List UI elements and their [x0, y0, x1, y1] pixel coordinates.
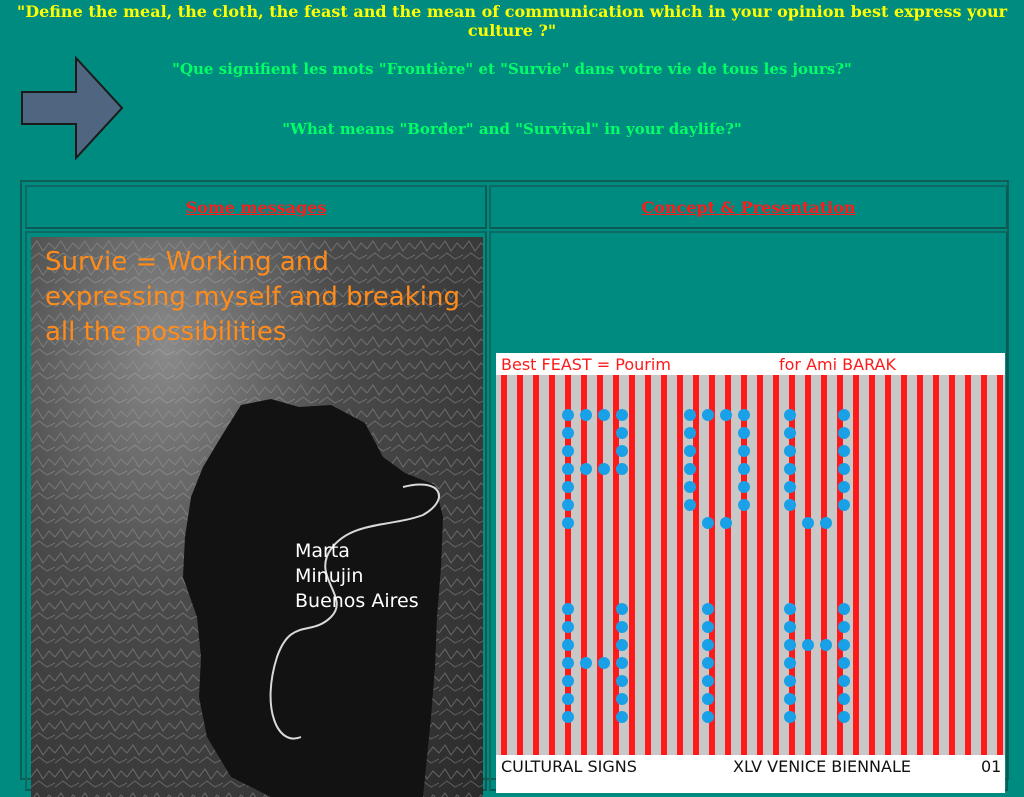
- question-border: "What means "Border" and "Survival" in y…: [282, 120, 742, 138]
- right-image-cell: Best FEAST = Pourim for Ami BARAK CULTUR…: [489, 231, 1008, 793]
- content-table: Some messages Concept & Presentation Sur…: [20, 180, 1009, 797]
- artist-last-name: Minujin: [295, 565, 364, 587]
- question-frontiere: "Que signifient les mots "Frontière" et …: [172, 60, 852, 78]
- artist-first-name: Marta: [295, 540, 350, 562]
- some-messages-link[interactable]: Some messages: [186, 198, 327, 217]
- survie-caption: Survie = Working and expressing myself a…: [45, 247, 460, 347]
- biennale-label: XLV VENICE BIENNALE: [733, 757, 911, 776]
- cultural-signs-label: CULTURAL SIGNS: [501, 757, 637, 776]
- question-define: "Define the meal, the cloth, the feast a…: [16, 2, 1008, 40]
- feast-title-row: Best FEAST = Pourim for Ami BARAK: [501, 355, 1000, 375]
- left-image-cell: Survie = Working and expressing myself a…: [25, 231, 487, 797]
- header-cell-messages: Some messages: [25, 185, 487, 229]
- survie-artwork-image: Survie = Working and expressing myself a…: [31, 237, 483, 797]
- feast-title: Best FEAST = Pourim: [501, 355, 671, 374]
- concept-presentation-link[interactable]: Concept & Presentation: [641, 198, 855, 217]
- pourim-artwork-image: Best FEAST = Pourim for Ami BARAK CULTUR…: [496, 353, 1005, 793]
- sheet-number: 01: [981, 757, 1002, 776]
- artist-credit: Marta Minujin Buenos Aires: [295, 539, 419, 614]
- header-cell-concept: Concept & Presentation: [489, 185, 1008, 229]
- feast-dedication: for Ami BARAK: [779, 355, 896, 374]
- artist-city: Buenos Aires: [295, 590, 419, 612]
